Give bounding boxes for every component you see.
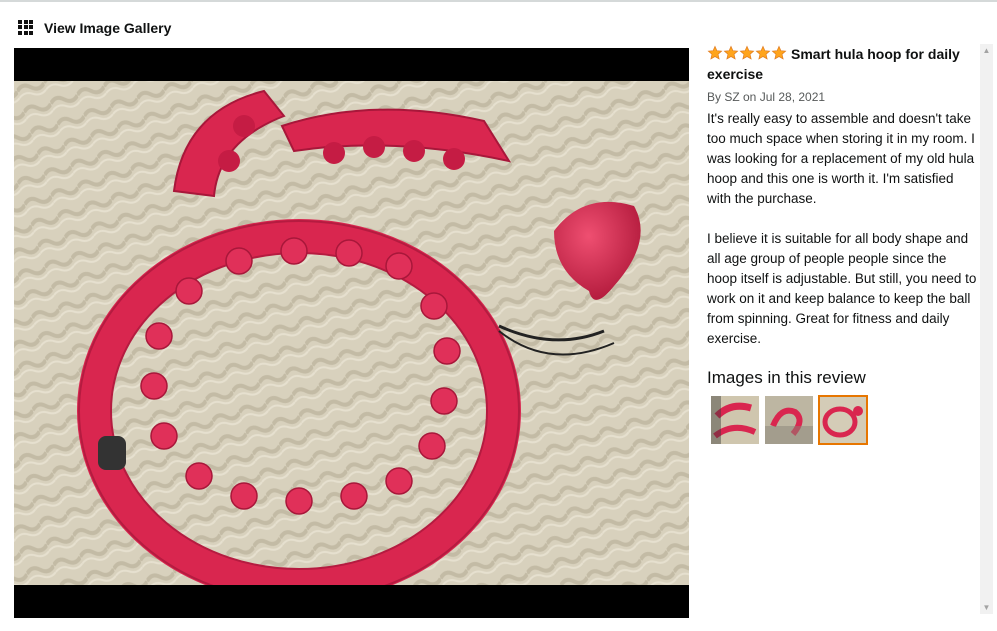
review-thumbnails	[710, 395, 977, 445]
thumbnail-2[interactable]	[764, 395, 814, 445]
star-icon	[707, 45, 723, 60]
review-scrollbar[interactable]: ▲ ▼	[980, 44, 993, 614]
review-body: It's really easy to assemble and doesn't…	[707, 109, 977, 349]
view-image-gallery-button[interactable]: View Image Gallery	[18, 17, 171, 37]
review-paragraph: It's really easy to assemble and doesn't…	[707, 111, 975, 206]
star-icon	[723, 45, 739, 60]
star-icon	[755, 45, 771, 60]
grid-icon	[18, 19, 33, 35]
top-divider	[0, 0, 997, 2]
images-in-review-heading: Images in this review	[707, 368, 866, 387]
review-title-row: Smart hula hoop for daily exercise	[707, 44, 977, 84]
scroll-down-arrow-icon[interactable]: ▼	[980, 601, 993, 614]
star-icon	[771, 45, 787, 60]
review-panel: Smart hula hoop for daily exercise By SZ…	[707, 44, 977, 445]
review-paragraph: I believe it is suitable for all body sh…	[707, 231, 977, 346]
review-byline: By SZ on Jul 28, 2021	[707, 90, 826, 104]
scroll-up-arrow-icon[interactable]: ▲	[980, 44, 993, 57]
star-icon	[739, 45, 755, 60]
thumbnail-1[interactable]	[710, 395, 760, 445]
image-viewer[interactable]	[14, 48, 689, 618]
thumbnail-3-selected[interactable]	[818, 395, 868, 445]
view-image-gallery-label: View Image Gallery	[44, 20, 172, 36]
star-rating	[707, 45, 787, 61]
review-photo	[14, 81, 689, 585]
